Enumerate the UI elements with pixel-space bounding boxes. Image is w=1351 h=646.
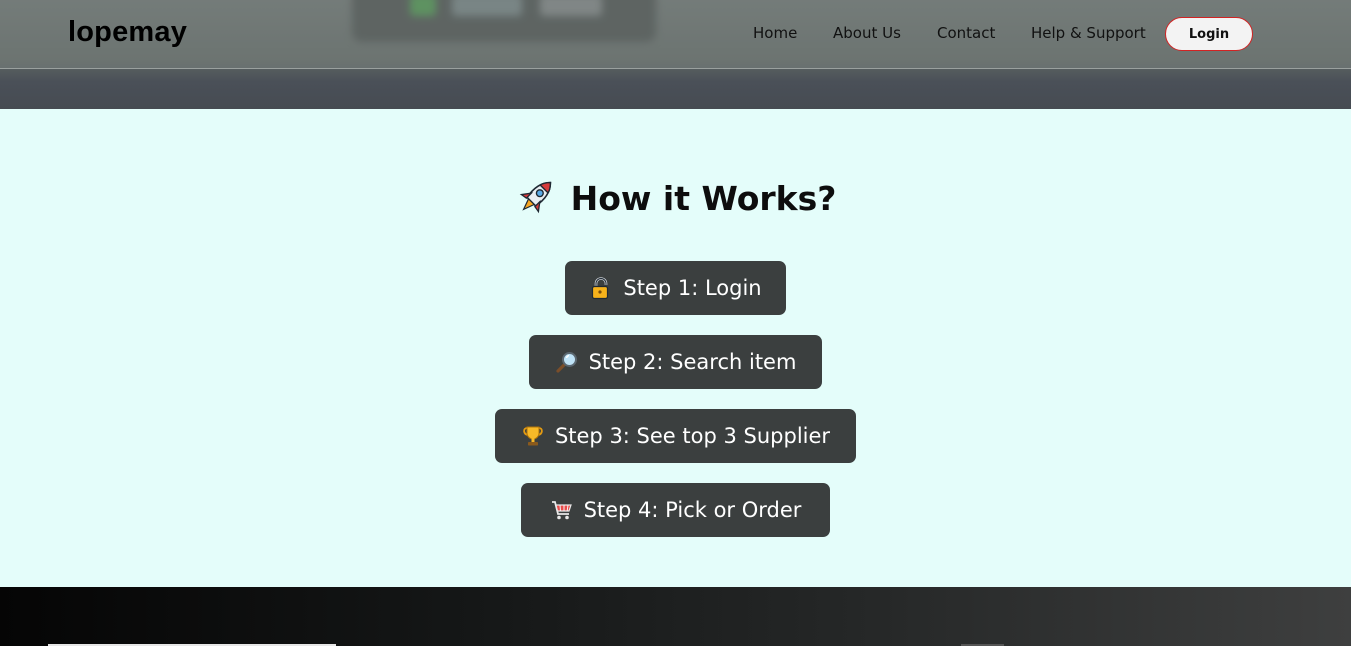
rocket-icon: [515, 174, 559, 218]
step-1-label: Step 1: Login: [623, 276, 762, 300]
step-3-label: Step 3: See top 3 Supplier: [554, 424, 831, 448]
how-it-works-title: How it Works?: [570, 179, 837, 218]
step-2-label: Step 2: Search item: [588, 350, 797, 374]
nav-home-link[interactable]: Home: [753, 24, 797, 42]
magnifier-icon: [555, 350, 579, 374]
trophy-icon: [521, 424, 545, 448]
lock-icon: [589, 276, 613, 300]
step-4-button[interactable]: Step 4: Pick or Order: [521, 483, 830, 537]
top-navbar: lopemay Home About Us Contact Help & Sup…: [0, 0, 1351, 69]
how-it-works-heading: How it Works?: [0, 174, 1351, 218]
step-3-button[interactable]: Step 3: See top 3 Supplier: [495, 409, 856, 463]
footer: [0, 587, 1351, 646]
step-1-button[interactable]: Step 1: Login: [565, 261, 786, 315]
nav-about-link[interactable]: About Us: [833, 24, 901, 42]
login-button[interactable]: Login: [1165, 17, 1253, 51]
step-2-button[interactable]: Step 2: Search item: [529, 335, 822, 389]
nav-help-link[interactable]: Help & Support: [1031, 24, 1146, 42]
brand-logo[interactable]: lopemay: [68, 16, 187, 49]
cart-icon: [550, 498, 574, 522]
step-4-label: Step 4: Pick or Order: [583, 498, 802, 522]
nav-contact-link[interactable]: Contact: [937, 24, 995, 42]
